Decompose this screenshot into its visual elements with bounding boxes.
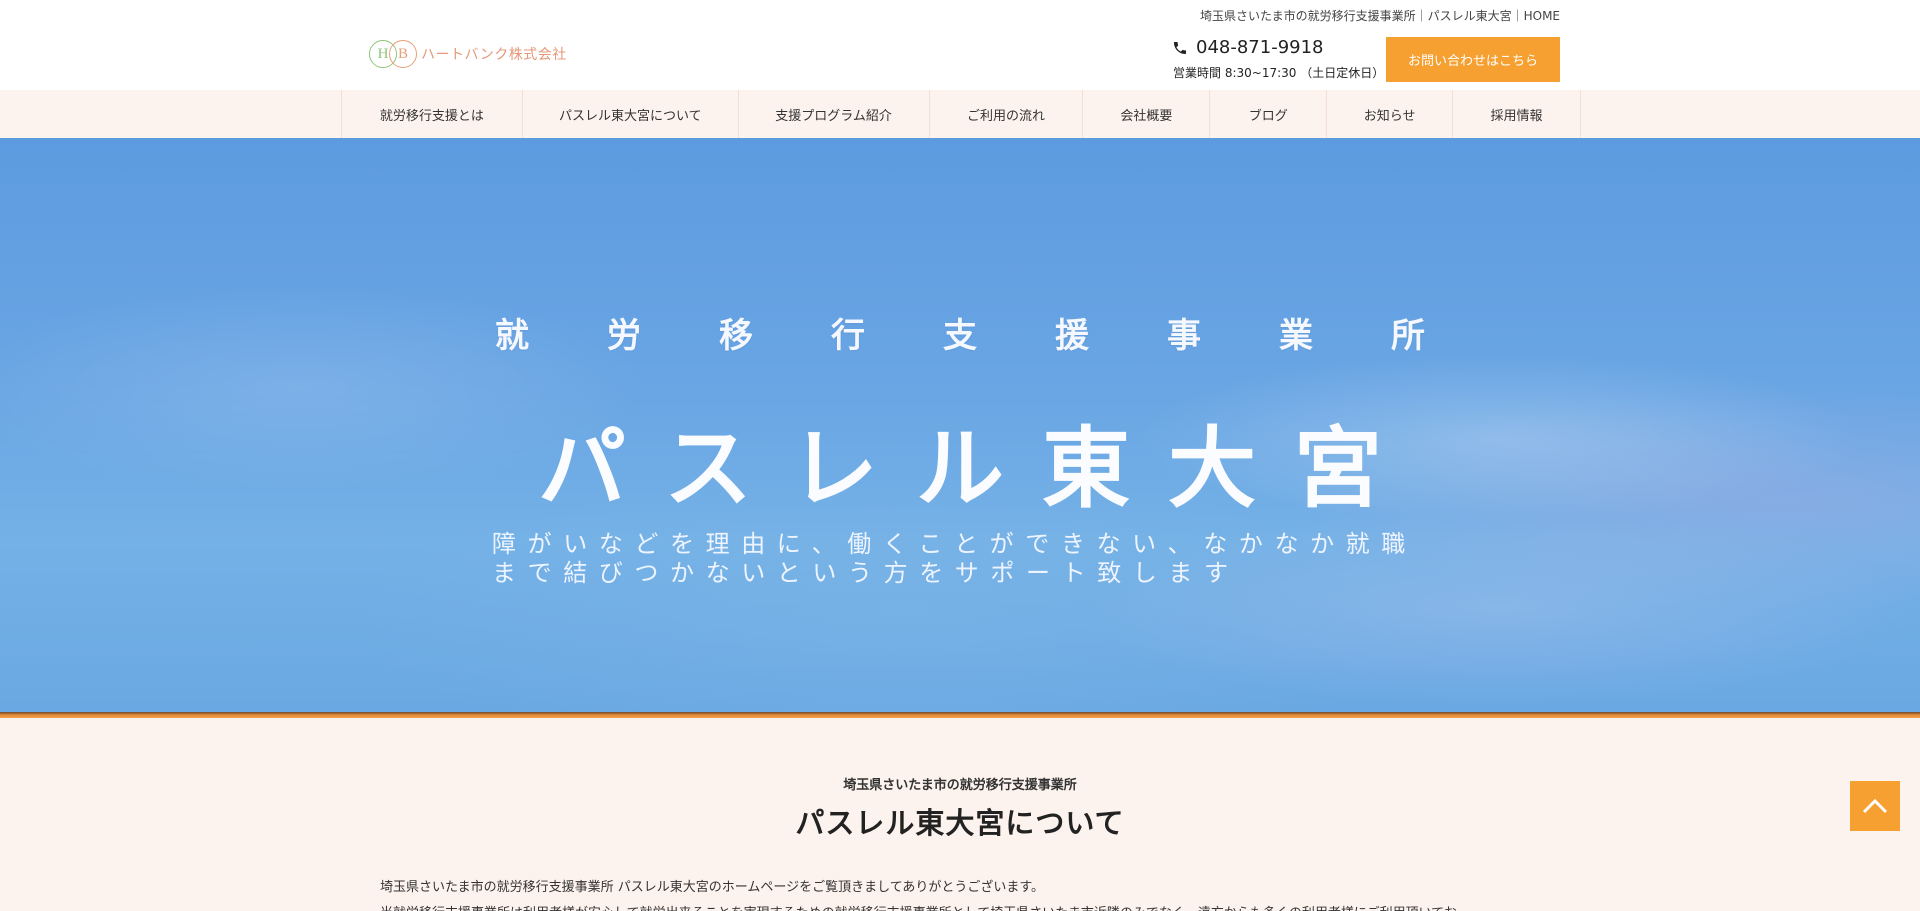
nav-list: 就労移行支援とは パスレル東大宮について 支援プログラム紹介 ご利用の流れ 会社… [341, 90, 1581, 138]
nav-item-about-employment[interactable]: 就労移行支援とは [342, 90, 523, 138]
nav-item-recruit[interactable]: 採用情報 [1453, 90, 1581, 138]
nav-item-blog[interactable]: ブログ [1210, 90, 1328, 138]
phone-text: 048-871-9918 [1196, 37, 1324, 58]
hero-title: パスレル東大宮 [537, 417, 1420, 520]
hero-divider [0, 712, 1920, 718]
nav-item-programs[interactable]: 支援プログラム紹介 [739, 90, 930, 138]
business-hours: 営業時間 8:30~17:30 （土日定休日） [1173, 66, 1385, 80]
about-paragraph: 当就労移行支援事業所は利用者様が安心して就労出来ることを実現するための就労移行支… [380, 901, 1540, 911]
logo-mark-icon: H B [369, 40, 417, 68]
back-to-top-button[interactable] [1850, 781, 1900, 831]
chevron-up-icon [1862, 798, 1888, 814]
company-logo[interactable]: H B ハートバンク株式会社 [369, 40, 567, 68]
nav-item-company[interactable]: 会社概要 [1083, 90, 1211, 138]
about-body: 埼玉県さいたま市の就労移行支援事業所 パスレル東大宮のホームページをご覧頂きまし… [380, 875, 1540, 911]
global-nav: 就労移行支援とは パスレル東大宮について 支援プログラム紹介 ご利用の流れ 会社… [0, 90, 1920, 138]
nav-item-flow[interactable]: ご利用の流れ [930, 90, 1084, 138]
about-kicker: 埼玉県さいたま市の就労移行支援事業所 [843, 778, 1077, 793]
hero-kicker: 就労移行支援事業所 [495, 316, 1503, 356]
phone-icon [1174, 41, 1186, 54]
nav-item-news[interactable]: お知らせ [1327, 90, 1454, 138]
nav-item-about-pathrel[interactable]: パスレル東大宮について [523, 90, 739, 138]
phone-number[interactable]: 048-871-9918 [1172, 37, 1324, 58]
logo-name: ハートバンク株式会社 [421, 47, 567, 63]
about-paragraph: 埼玉県さいたま市の就労移行支援事業所 パスレル東大宮のホームページをご覧頂きまし… [380, 880, 1045, 895]
breadcrumb: 埼玉県さいたま市の就労移行支援事業所｜パスレル東大宮｜HOME [1199, 9, 1560, 23]
about-title: パスレル東大宮について [795, 806, 1125, 840]
site-header: 埼玉県さいたま市の就労移行支援事業所｜パスレル東大宮｜HOME H B ハートバ… [0, 0, 1920, 90]
contact-button[interactable]: お問い合わせはこちら [1386, 37, 1560, 82]
hero-description: 障がいなどを理由に、働くことができない、なかなか就職まで結びつかないという方をサ… [492, 530, 1417, 587]
